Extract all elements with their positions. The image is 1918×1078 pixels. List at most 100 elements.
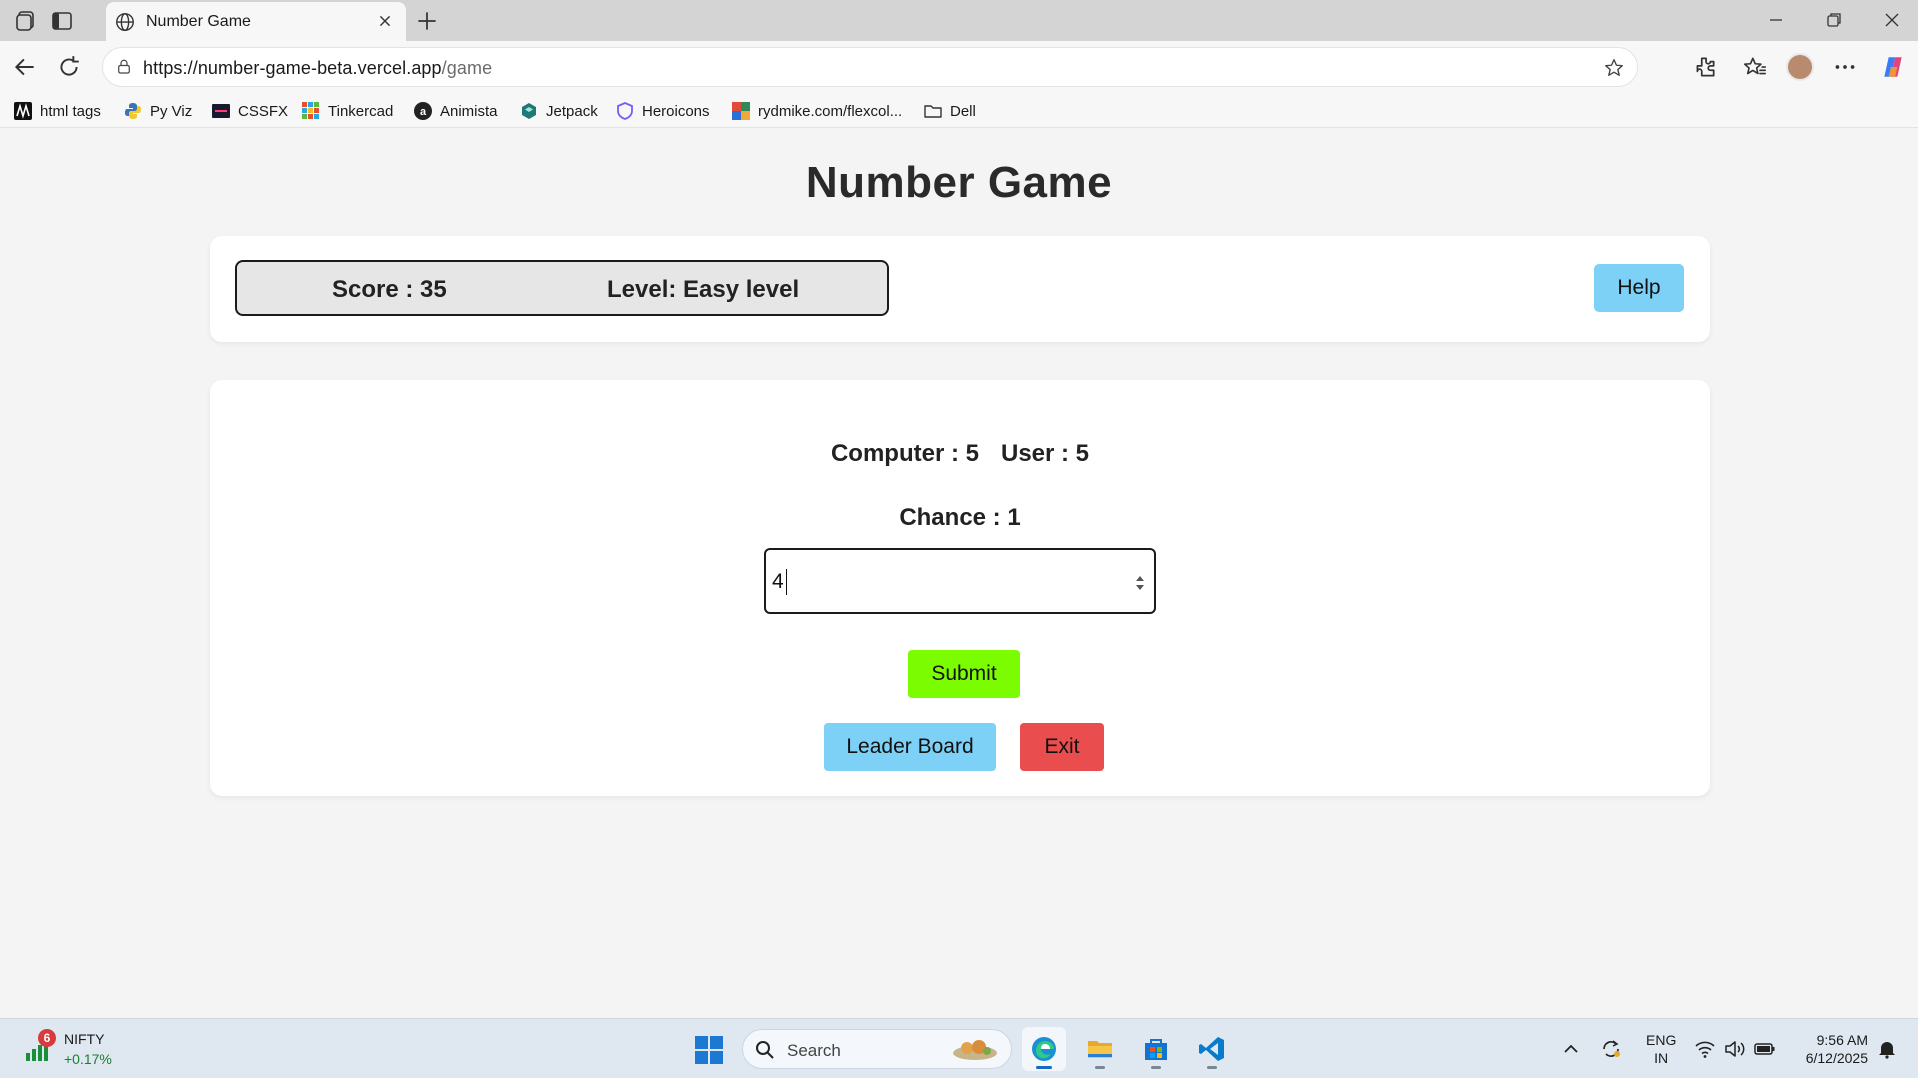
- heroicons-icon: [617, 102, 633, 120]
- page-title: Number Game: [805, 158, 1113, 207]
- wifi-icon[interactable]: [1694, 1039, 1716, 1059]
- search-label: Search: [787, 1041, 841, 1060]
- browser-toolbar: https://number-game-beta.vercel.app/game: [0, 41, 1918, 93]
- taskbar-edge[interactable]: [1022, 1027, 1066, 1071]
- computer-score: Computer : 5: [830, 440, 979, 467]
- number-input[interactable]: 4: [764, 548, 1156, 614]
- address-bar[interactable]: https://number-game-beta.vercel.app/game: [102, 47, 1638, 87]
- page-content: Number Game Score : 35 Level: Easy level…: [4, 128, 1914, 1018]
- taskbar-vscode[interactable]: [1190, 1027, 1234, 1071]
- windows-taskbar: 6 NIFTY +0.17% Search ENG IN 9:56 AM 6/1…: [0, 1018, 1918, 1078]
- taskbar-file-explorer[interactable]: [1078, 1027, 1122, 1071]
- bookmark-label: CSSFX: [238, 102, 289, 120]
- players-score: Computer : 5 User : 5: [210, 440, 1710, 468]
- bookmark-label: rydmike.com/flexcol...: [758, 102, 903, 120]
- bookmark-folder-dell[interactable]: Dell: [924, 100, 976, 122]
- edge-browser-icon: [1032, 1037, 1056, 1061]
- taskbar-store[interactable]: [1134, 1027, 1178, 1071]
- animista-icon: a: [414, 102, 432, 120]
- level-text: Level: Easy level: [607, 276, 800, 303]
- python-icon: [125, 103, 141, 119]
- jetpack-icon: [522, 103, 536, 119]
- clock-time: 9:56 AM: [1816, 1032, 1868, 1048]
- more-options-icon[interactable]: [1832, 54, 1858, 80]
- folder-icon: [924, 105, 942, 118]
- bookmark-flexcolor[interactable]: rydmike.com/flexcol...: [732, 100, 902, 122]
- tab-title: Number Game: [146, 13, 251, 30]
- ticker-change: +0.17%: [64, 1051, 112, 1067]
- favorites-icon[interactable]: [1742, 54, 1768, 80]
- notification-badge: 6: [38, 1029, 56, 1047]
- chance-text: Chance : 1: [899, 504, 1021, 531]
- new-tab-icon[interactable]: [414, 8, 440, 34]
- running-indicator: [1095, 1066, 1105, 1069]
- close-window-icon[interactable]: [1880, 8, 1904, 32]
- language-indicator[interactable]: ENG IN: [1646, 1031, 1676, 1067]
- running-indicator: [1151, 1066, 1161, 1069]
- number-input-value: 4: [772, 570, 784, 593]
- profile-avatar[interactable]: [1786, 53, 1814, 81]
- bookmark-html-tags[interactable]: html tags: [14, 100, 101, 122]
- bookmark-tinkercad[interactable]: Tinkercad: [302, 100, 393, 122]
- bookmark-label: Tinkercad: [328, 102, 394, 120]
- text-caret: [786, 569, 787, 595]
- leaderboard-button[interactable]: Leader Board: [824, 723, 996, 771]
- help-button[interactable]: Help: [1594, 264, 1684, 312]
- browser-titlebar: Number Game: [0, 0, 1918, 41]
- vertical-tabs-icon[interactable]: [50, 9, 74, 33]
- cssfx-icon: [212, 104, 230, 118]
- region-code: IN: [1654, 1050, 1669, 1066]
- status-card: Score : 35 Level: Easy level Help: [210, 236, 1710, 342]
- extensions-icon[interactable]: [1692, 54, 1718, 80]
- bookmark-label: Jetpack: [546, 102, 598, 120]
- store-icon: [1145, 1039, 1167, 1060]
- url-text: https://number-game-beta.vercel.app/game: [143, 58, 492, 79]
- copilot-icon[interactable]: [1880, 54, 1906, 80]
- game-card: Computer : 5 User : 5 Chance : 1 4 Submit…: [210, 380, 1710, 796]
- number-spinner-icon[interactable]: [1134, 572, 1146, 594]
- clock-date: 6/12/2025: [1805, 1050, 1868, 1066]
- url-path: /game: [441, 58, 493, 78]
- volume-icon[interactable]: [1724, 1039, 1746, 1059]
- bookmarks-bar: html tags Py Viz CSSFX Tinkercad a Animi…: [0, 93, 1918, 128]
- score-text: Score : 35: [332, 276, 447, 303]
- bookmark-label: html tags: [40, 102, 101, 120]
- tinkercad-icon: [302, 102, 319, 119]
- system-clock[interactable]: 9:56 AM 6/12/2025: [1790, 1031, 1868, 1067]
- url-host: https://number-game-beta.vercel.app: [143, 58, 442, 78]
- flexcolor-icon: [732, 102, 750, 120]
- bookmark-label: Heroicons: [642, 102, 710, 120]
- workspaces-icon[interactable]: [14, 9, 38, 33]
- user-score: User : 5: [1000, 440, 1090, 467]
- close-tab-icon[interactable]: [374, 10, 396, 32]
- language-code: ENG: [1646, 1032, 1677, 1048]
- site-info-icon[interactable]: [115, 58, 133, 76]
- bookmark-jetpack[interactable]: Jetpack: [520, 100, 598, 122]
- file-explorer-icon: [1088, 1041, 1112, 1058]
- bookmark-label: Py Viz: [150, 102, 193, 120]
- ticker-name: NIFTY: [64, 1031, 105, 1047]
- taskbar-search[interactable]: Search: [742, 1029, 1012, 1069]
- search-icon: [756, 1041, 774, 1059]
- windows-start-icon[interactable]: [694, 1035, 724, 1065]
- bookmark-label: Animista: [440, 102, 498, 120]
- notifications-bell-icon[interactable]: [1876, 1039, 1898, 1059]
- exit-button[interactable]: Exit: [1020, 723, 1104, 771]
- bookmark-animista[interactable]: a Animista: [414, 100, 498, 122]
- bookmark-heroicons[interactable]: Heroicons: [616, 100, 710, 122]
- running-indicator: [1207, 1066, 1217, 1069]
- running-indicator: [1036, 1066, 1052, 1069]
- bookmark-label: Dell: [950, 102, 976, 120]
- sync-icon[interactable]: [1600, 1039, 1622, 1059]
- chevron-up-icon[interactable]: [1560, 1039, 1582, 1059]
- back-arrow-icon[interactable]: [12, 54, 38, 80]
- battery-icon[interactable]: [1754, 1039, 1776, 1059]
- favorite-star-icon[interactable]: [1603, 57, 1625, 79]
- bookmark-py-viz[interactable]: Py Viz: [124, 100, 192, 122]
- refresh-icon[interactable]: [56, 54, 82, 80]
- tab-number-game[interactable]: Number Game: [106, 2, 406, 41]
- minimize-icon[interactable]: [1764, 8, 1788, 32]
- submit-button[interactable]: Submit: [908, 650, 1020, 698]
- restore-icon[interactable]: [1822, 8, 1846, 32]
- bookmark-cssfx[interactable]: CSSFX: [212, 100, 288, 122]
